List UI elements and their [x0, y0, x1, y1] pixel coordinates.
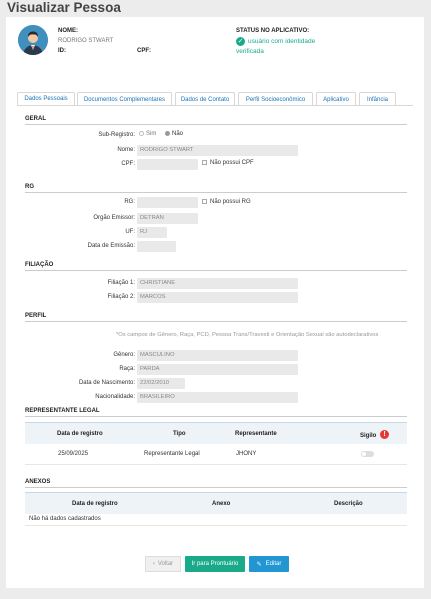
- divider: [25, 525, 407, 526]
- raca-label: Raça:: [119, 366, 135, 372]
- section-representante-title: REPRESENTANTE LEGAL: [25, 408, 100, 414]
- nacionalidade-field[interactable]: BRASILEIRO: [137, 392, 298, 403]
- page-title: Visualizar Pessoa: [7, 0, 121, 15]
- table-row: 25/09/2025 Representante Legal JHONY: [25, 444, 407, 465]
- data-emissao-field[interactable]: [137, 241, 176, 252]
- section-perfil-title: PERFIL: [25, 313, 47, 319]
- col-data-registro: Data de registro: [72, 501, 118, 507]
- cpf-label: CPF:: [137, 48, 151, 54]
- nome-label: Nome:: [117, 147, 135, 153]
- tab-aplicativo[interactable]: Aplicativo: [316, 92, 356, 106]
- sigilo-toggle[interactable]: [361, 451, 374, 457]
- col-anexo: Anexo: [212, 501, 231, 507]
- divider: [25, 192, 407, 193]
- filiacao2-label: Filiação 2:: [107, 294, 135, 300]
- genero-label: Gênero:: [113, 352, 135, 358]
- subregistro-sim-radio[interactable]: Sim: [139, 131, 156, 137]
- section-anexos-title: ANEXOS: [25, 479, 51, 485]
- representante-table-header: Data de registro Tipo Representante Sigi…: [25, 422, 407, 444]
- pencil-icon: ✎: [256, 561, 262, 568]
- orgao-emissor-label: Orgão Emissor:: [93, 215, 135, 221]
- col-sigilo: Sigilo: [360, 433, 377, 439]
- col-descricao: Descrição: [334, 501, 363, 507]
- editar-button[interactable]: ✎ Editar: [249, 556, 289, 572]
- ir-para-prontuario-button[interactable]: Ir para Prontuário: [185, 556, 245, 572]
- nao-possui-cpf-checkbox[interactable]: Não possui CPF: [202, 160, 254, 166]
- data-nascimento-field[interactable]: 22/02/2010: [137, 378, 185, 389]
- cpf-field[interactable]: [137, 159, 198, 170]
- data-emissao-label: Data de Emissão:: [87, 243, 135, 249]
- section-rg-title: RG: [25, 184, 34, 190]
- nome-field[interactable]: RODRIGO STWART: [137, 145, 298, 156]
- alert-icon: !: [380, 430, 389, 439]
- perfil-note: *Os campos de Gênero, Raça, PCD, Pessoa …: [116, 332, 379, 338]
- divider: [25, 487, 407, 488]
- divider: [25, 321, 407, 322]
- divider: [25, 270, 407, 271]
- tab-dados-pessoais[interactable]: Dados Pessoais: [17, 92, 75, 106]
- tab-perfil-socioeconomico[interactable]: Perfil Socioeconômico: [238, 92, 313, 106]
- cell-representante: JHONY: [236, 451, 257, 457]
- person-avatar-icon: [18, 25, 48, 55]
- nao-possui-rg-checkbox[interactable]: Não possui RG: [202, 199, 251, 205]
- status-value-line1: usuário com identidade: [248, 38, 316, 45]
- tab-infancia[interactable]: Infância: [359, 92, 396, 106]
- section-filiacao-title: FILIAÇÃO: [25, 262, 54, 268]
- genero-field[interactable]: MASCULINO: [137, 350, 298, 361]
- divider: [25, 416, 407, 417]
- col-data-registro: Data de registro: [57, 431, 103, 437]
- chevron-left-icon: ‹: [152, 561, 155, 567]
- filiacao1-field[interactable]: CHRISTIANE: [137, 278, 298, 289]
- data-nascimento-label: Data de Nascimento:: [78, 380, 135, 386]
- col-representante: Representante: [235, 431, 277, 437]
- name-value: RODRIGO STWART: [58, 38, 114, 44]
- filiacao2-field[interactable]: MARCOS: [137, 292, 298, 303]
- section-geral-title: GERAL: [25, 116, 46, 122]
- nacionalidade-label: Nacionalidade:: [95, 394, 135, 400]
- tab-dados-contato[interactable]: Dados de Contato: [175, 92, 235, 106]
- anexos-table-header: Data de registro Anexo Descrição: [25, 492, 407, 514]
- orgao-emissor-field[interactable]: DETRAN: [137, 213, 198, 224]
- tab-documentos-complementares[interactable]: Documentos Complementares: [77, 92, 172, 106]
- rg-label: RG:: [124, 199, 135, 205]
- subregistro-label: Sub-Registro:: [98, 132, 135, 138]
- filiacao1-label: Filiação 1:: [107, 280, 135, 286]
- col-tipo: Tipo: [173, 431, 186, 437]
- cell-data-registro: 25/09/2025: [58, 451, 89, 457]
- raca-field[interactable]: PARDA: [137, 364, 298, 375]
- voltar-button[interactable]: ‹ Voltar: [145, 556, 181, 572]
- person-card: NOME: RODRIGO STWART ID: CPF: STATUS NO …: [6, 17, 424, 588]
- check-circle-icon: ✓: [236, 37, 245, 46]
- tab-divider: [17, 105, 413, 106]
- divider: [25, 124, 407, 125]
- id-label: ID:: [58, 48, 66, 54]
- cpf-field-label: CPF:: [121, 161, 135, 167]
- cell-tipo: Representante Legal: [144, 451, 200, 457]
- uf-field[interactable]: RJ: [137, 227, 167, 238]
- name-label: NOME:: [58, 28, 78, 34]
- uf-label: UF:: [125, 229, 135, 235]
- status-value-line2: verificada: [236, 48, 264, 55]
- rg-field[interactable]: [137, 197, 198, 208]
- anexos-empty-message: Não há dados cadastrados: [29, 516, 101, 522]
- avatar: [18, 25, 48, 55]
- subregistro-nao-radio[interactable]: Não: [165, 131, 183, 137]
- status-label: STATUS NO APLICATIVO:: [236, 28, 310, 34]
